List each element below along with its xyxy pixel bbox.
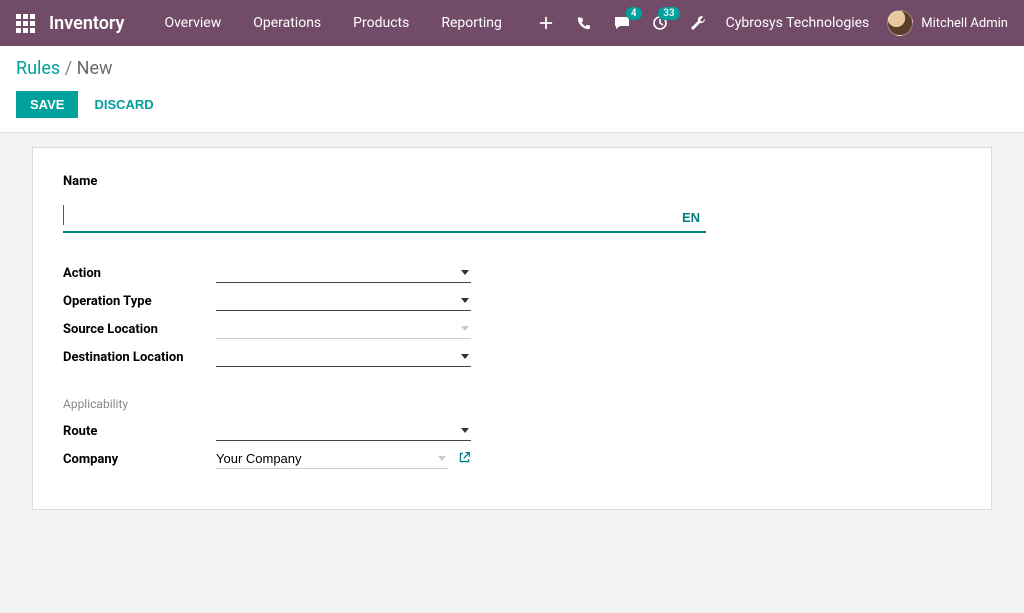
control-panel: Rules / New Save Discard (0, 46, 1024, 133)
plus-icon[interactable] (536, 13, 556, 33)
form-sheet: Name EN Action Operation Type Source Loc… (32, 147, 992, 510)
srcloc-select[interactable] (216, 319, 471, 339)
dstloc-label: Destination Location (63, 350, 216, 365)
breadcrumb-current: New (77, 58, 113, 79)
nav-item-products[interactable]: Products (337, 0, 425, 46)
nav-left: Inventory Overview Operations Products R… (16, 0, 518, 46)
optype-input[interactable] (216, 292, 471, 309)
company-row (216, 449, 471, 469)
breadcrumb: Rules / New (16, 58, 1008, 79)
srcloc-input[interactable] (216, 320, 471, 337)
activity-badge: 33 (658, 7, 679, 20)
route-select[interactable] (216, 421, 471, 441)
wrench-icon[interactable] (688, 13, 708, 33)
action-label: Action (63, 266, 216, 281)
srcloc-label: Source Location (63, 322, 216, 337)
nav-item-reporting[interactable]: Reporting (425, 0, 518, 46)
clock-icon[interactable]: 33 (650, 13, 670, 33)
route-input[interactable] (216, 422, 471, 439)
discard-button[interactable]: Discard (84, 91, 163, 118)
dstloc-input[interactable] (216, 348, 471, 365)
field-grid-1: Action Operation Type Source Location De… (63, 263, 961, 367)
sheet-bg: Name EN Action Operation Type Source Loc… (0, 133, 1024, 524)
phone-icon[interactable] (574, 13, 594, 33)
company-select[interactable] (216, 449, 448, 469)
save-button[interactable]: Save (16, 91, 78, 118)
breadcrumb-sep: / (65, 58, 72, 79)
name-input-row: EN (63, 195, 706, 233)
apps-icon[interactable] (16, 14, 35, 33)
nav-item-operations[interactable]: Operations (237, 0, 337, 46)
company-switcher[interactable]: Cybrosys Technologies (726, 15, 870, 31)
avatar (887, 10, 913, 36)
field-grid-2: Route Company (63, 421, 961, 469)
nav-item-overview[interactable]: Overview (148, 0, 237, 46)
action-input[interactable] (216, 264, 471, 281)
name-label: Name (63, 174, 961, 189)
optype-select[interactable] (216, 291, 471, 311)
company-label: Company (63, 452, 216, 467)
nav-right: 4 33 Cybrosys Technologies Mitchell Admi… (536, 10, 1008, 36)
user-name: Mitchell Admin (921, 16, 1008, 31)
action-select[interactable] (216, 263, 471, 283)
brand-title[interactable]: Inventory (49, 13, 124, 34)
external-link-icon[interactable] (458, 451, 471, 468)
route-label: Route (63, 424, 216, 439)
optype-label: Operation Type (63, 294, 216, 309)
translate-button[interactable]: EN (676, 210, 706, 225)
name-input[interactable] (64, 195, 676, 225)
field-name: Name EN (63, 174, 961, 233)
dstloc-select[interactable] (216, 347, 471, 367)
navbar: Inventory Overview Operations Products R… (0, 0, 1024, 46)
chat-icon[interactable]: 4 (612, 13, 632, 33)
button-row: Save Discard (16, 91, 1008, 118)
company-input[interactable] (216, 450, 448, 467)
user-menu[interactable]: Mitchell Admin (887, 10, 1008, 36)
breadcrumb-root[interactable]: Rules (16, 58, 60, 79)
section-applicability: Applicability (63, 397, 961, 411)
chat-badge: 4 (626, 7, 642, 20)
